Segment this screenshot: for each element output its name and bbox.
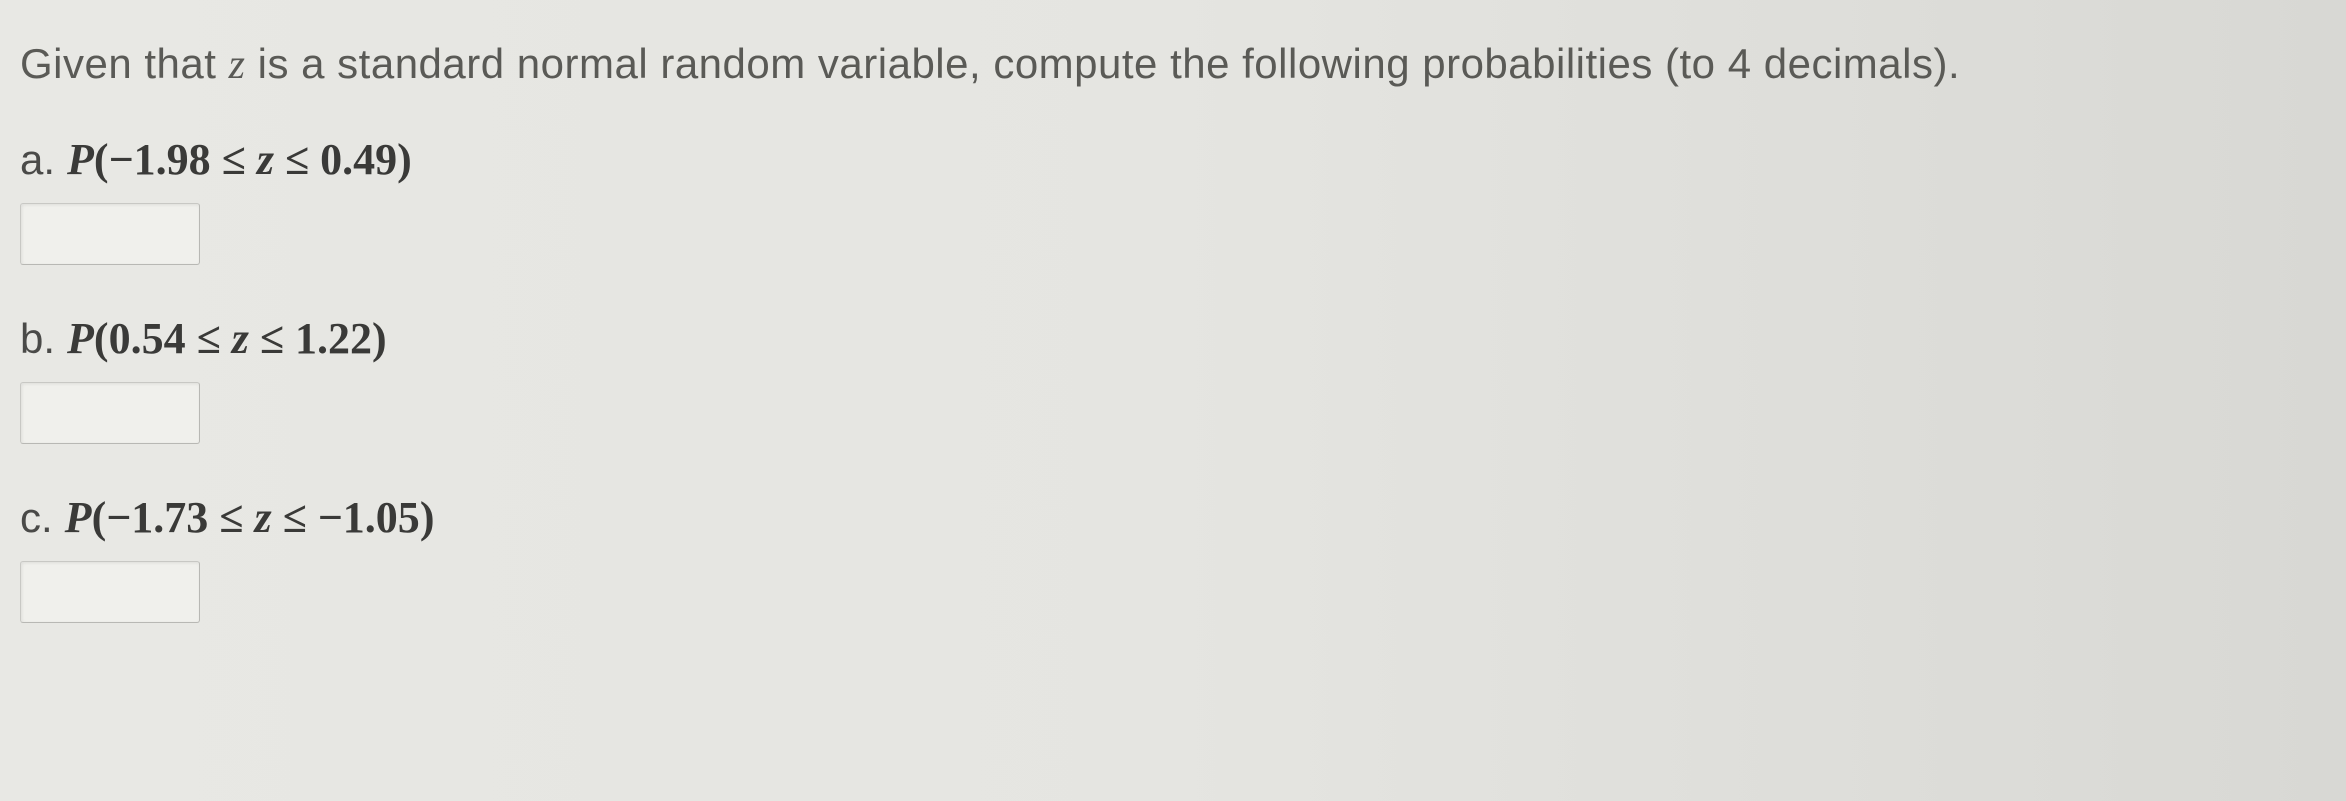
answer-input-b[interactable] xyxy=(20,382,200,444)
formula-lower: −1.98 xyxy=(109,135,211,184)
part-a-formula: P(−1.98 ≤ z ≤ 0.49) xyxy=(67,134,412,185)
part-b-prefix: b. xyxy=(20,315,55,363)
intro-text-after: is a standard normal random variable, co… xyxy=(245,40,1960,87)
part-a: a. P(−1.98 ≤ z ≤ 0.49) xyxy=(20,134,2326,293)
formula-close: ) xyxy=(420,493,435,542)
formula-z: z xyxy=(257,135,274,184)
formula-upper: −1.05 xyxy=(318,493,420,542)
part-a-prefix: a. xyxy=(20,136,55,184)
formula-le2: ≤ xyxy=(274,135,320,184)
part-a-label: a. P(−1.98 ≤ z ≤ 0.49) xyxy=(20,134,2326,185)
formula-P: P xyxy=(67,135,94,184)
formula-open: ( xyxy=(94,314,109,363)
intro-text-before: Given that xyxy=(20,40,229,87)
part-b: b. P(0.54 ≤ z ≤ 1.22) xyxy=(20,313,2326,472)
formula-close: ) xyxy=(397,135,412,184)
formula-open: ( xyxy=(94,135,109,184)
formula-P: P xyxy=(67,314,94,363)
formula-z: z xyxy=(254,493,271,542)
formula-upper: 0.49 xyxy=(320,135,397,184)
part-b-formula: P(0.54 ≤ z ≤ 1.22) xyxy=(67,313,387,364)
formula-open: ( xyxy=(92,493,107,542)
formula-le1: ≤ xyxy=(211,135,257,184)
formula-lower: −1.73 xyxy=(106,493,208,542)
part-c: c. P(−1.73 ≤ z ≤ −1.05) xyxy=(20,492,2326,651)
formula-le1: ≤ xyxy=(186,314,232,363)
intro-var-z: z xyxy=(229,42,246,88)
formula-upper: 1.22 xyxy=(295,314,372,363)
formula-close: ) xyxy=(372,314,387,363)
question-intro: Given that z is a standard normal random… xyxy=(20,40,2326,89)
formula-le2: ≤ xyxy=(272,493,318,542)
answer-input-a[interactable] xyxy=(20,203,200,265)
part-c-label: c. P(−1.73 ≤ z ≤ −1.05) xyxy=(20,492,2326,543)
part-c-formula: P(−1.73 ≤ z ≤ −1.05) xyxy=(65,492,435,543)
answer-input-c[interactable] xyxy=(20,561,200,623)
formula-le1: ≤ xyxy=(208,493,254,542)
formula-P: P xyxy=(65,493,92,542)
part-b-label: b. P(0.54 ≤ z ≤ 1.22) xyxy=(20,313,2326,364)
formula-lower: 0.54 xyxy=(109,314,186,363)
formula-z: z xyxy=(232,314,249,363)
formula-le2: ≤ xyxy=(249,314,295,363)
part-c-prefix: c. xyxy=(20,494,53,542)
